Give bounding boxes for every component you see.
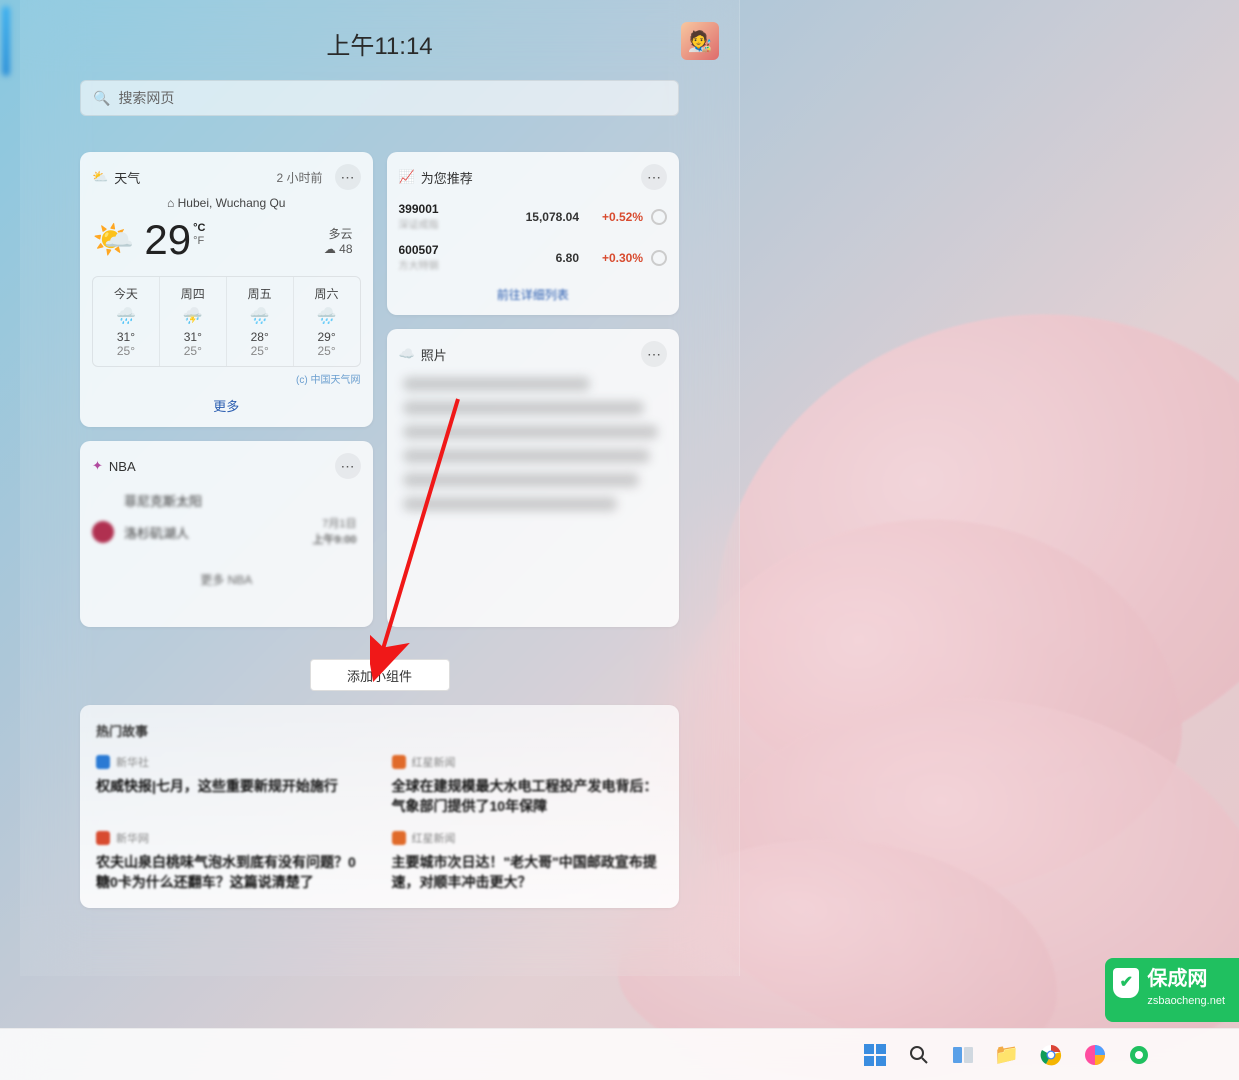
start-button[interactable]	[860, 1040, 890, 1070]
stock-chart-icon	[651, 250, 667, 266]
taskbar-app-button[interactable]	[1124, 1040, 1154, 1070]
nba-title: NBA	[109, 459, 136, 474]
weather-more-link[interactable]: 更多	[92, 396, 361, 415]
nba-more-button[interactable]: ⋯	[335, 453, 361, 479]
temperature-units[interactable]: °C °F	[193, 222, 205, 248]
weather-header: ⛅ 天气 2 小时前 ⋯	[92, 164, 361, 190]
news-grid: 新华社 权威快报|七月，这些重要新规开始施行 红星新闻 全球在建规模最大水电工程…	[96, 754, 663, 892]
nba-game-time: 7月1日 上午9:00	[312, 515, 356, 547]
news-item[interactable]: 红星新闻 主要城市次日达！"老大哥"中国邮政宣布提速，对顺丰冲击更大？	[392, 830, 664, 892]
news-source-icon	[392, 831, 406, 845]
news-section-title: 热门故事	[96, 721, 663, 740]
photos-blurred-content	[403, 377, 591, 391]
team-badge-icon	[92, 489, 114, 511]
watermark-brand: 保成网	[1147, 968, 1225, 990]
forecast-day[interactable]: 今天 🌧️ 31° 25°	[93, 277, 160, 366]
watermark-url: zsbaocheng.net	[1147, 990, 1225, 1012]
add-widget-row: 添加小组件	[80, 641, 679, 691]
news-item[interactable]: 新华网 农夫山泉白桃味气泡水到底有没有问题？0糖0卡为什么还翻车？这篇说清楚了	[96, 830, 368, 892]
panel-header: 上午11:14 🧑‍🎨	[80, 20, 679, 66]
nba-icon: ✦	[92, 458, 103, 474]
photos-blurred-content	[403, 425, 658, 439]
weather-more-button[interactable]: ⋯	[335, 164, 361, 190]
recommend-more-button[interactable]: ⋯	[641, 164, 667, 190]
shield-icon: ✔	[1113, 968, 1139, 998]
nba-team-row: 菲尼克斯太阳	[92, 489, 361, 511]
file-explorer-button[interactable]: 📁	[992, 1040, 1022, 1070]
news-source-icon	[96, 755, 110, 769]
stock-row[interactable]: 399001 深证成指 15,078.04 +0.52%	[399, 196, 668, 237]
weather-main: 🌤️ 29 °C °F 多云 ☁ 48	[92, 216, 361, 264]
weather-widget[interactable]: ⛅ 天气 2 小时前 ⋯ ⌂ Hubei, Wuchang Qu 🌤️ 29 °…	[80, 152, 373, 427]
forecast-day[interactable]: 周四 ⛈️ 31° 25°	[160, 277, 227, 366]
recommend-header: 📈 为您推荐 ⋯	[399, 164, 668, 190]
weather-attribution: (c) 中国天气网	[92, 371, 361, 386]
stock-chart-icon	[651, 209, 667, 225]
photos-widget[interactable]: ☁️ 照片 ⋯	[387, 329, 680, 627]
forecast-day[interactable]: 周五 🌧️ 28° 25°	[227, 277, 294, 366]
add-widget-button[interactable]: 添加小组件	[310, 659, 450, 691]
user-avatar[interactable]: 🧑‍🎨	[681, 22, 719, 60]
search-placeholder: 搜索网页	[118, 88, 174, 108]
weather-location: ⌂ Hubei, Wuchang Qu	[92, 196, 361, 210]
news-widget[interactable]: 热门故事 新华社 权威快报|七月，这些重要新规开始施行 红星新闻 全球在建规模最…	[80, 705, 679, 908]
current-temperature: 29 °C °F	[144, 216, 205, 264]
weather-updated: 2 小时前	[276, 169, 322, 186]
photos-more-button[interactable]: ⋯	[641, 341, 667, 367]
nba-widget[interactable]: ✦ NBA ⋯ 菲尼克斯太阳 洛杉矶湖人 7月1日 上午9:00 更多 NBA	[80, 441, 373, 627]
recommend-icon: 📈	[399, 169, 415, 185]
forecast-row: 今天 🌧️ 31° 25° 周四 ⛈️ 31° 25° 周五 🌧️ 28° 25…	[92, 276, 361, 367]
taskbar-search-button[interactable]	[904, 1040, 934, 1070]
nba-more-link[interactable]: 更多 NBA	[92, 571, 361, 588]
weather-icon: ⛅	[92, 169, 108, 185]
photos-icon: ☁️	[399, 346, 415, 362]
photos-blurred-content	[403, 449, 650, 463]
news-item[interactable]: 红星新闻 全球在建规模最大水电工程投产发电背后：气象部门提供了10年保障	[392, 754, 664, 816]
widgets-panel: 上午11:14 🧑‍🎨 🔍 搜索网页 ⛅ 天气 2 小时前 ⋯ ⌂ Hubei,…	[20, 0, 740, 976]
clock: 上午11:14	[326, 26, 432, 61]
search-icon: 🔍	[93, 90, 110, 107]
photos-blurred-content	[403, 497, 618, 511]
search-input[interactable]: 🔍 搜索网页	[80, 80, 679, 116]
news-item[interactable]: 新华社 权威快报|七月，这些重要新规开始施行	[96, 754, 368, 816]
news-source-icon	[392, 755, 406, 769]
recommend-detail-link[interactable]: 前往详细列表	[399, 286, 668, 303]
photos-blurred-content	[403, 473, 639, 487]
chrome-button[interactable]	[1036, 1040, 1066, 1070]
taskbar: 📁	[0, 1028, 1239, 1080]
photos-title: 照片	[421, 345, 447, 364]
news-source-icon	[96, 831, 110, 845]
weather-condition: 多云 ☁ 48	[324, 225, 361, 256]
nba-header: ✦ NBA ⋯	[92, 453, 361, 479]
task-view-button[interactable]	[948, 1040, 978, 1070]
site-watermark: ✔ 保成网 zsbaocheng.net	[1105, 958, 1239, 1022]
stock-row[interactable]: 600507 方大特钢 6.80 +0.30%	[399, 237, 668, 278]
team-badge-icon	[92, 521, 114, 543]
forecast-day[interactable]: 周六 🌧️ 29° 25°	[294, 277, 360, 366]
weather-title: 天气	[114, 168, 140, 187]
panel-accent	[2, 6, 10, 76]
recommend-title: 为您推荐	[421, 168, 473, 187]
current-weather-icon: 🌤️	[92, 220, 134, 260]
photos-header: ☁️ 照片 ⋯	[399, 341, 668, 367]
photos-blurred-content	[403, 401, 645, 415]
location-icon: ⌂	[167, 196, 174, 210]
widgets-grid: ⛅ 天气 2 小时前 ⋯ ⌂ Hubei, Wuchang Qu 🌤️ 29 °…	[80, 152, 679, 908]
recommend-widget[interactable]: 📈 为您推荐 ⋯ 399001 深证成指 15,078.04 +0.52% 60…	[387, 152, 680, 315]
taskbar-app-button[interactable]	[1080, 1040, 1110, 1070]
